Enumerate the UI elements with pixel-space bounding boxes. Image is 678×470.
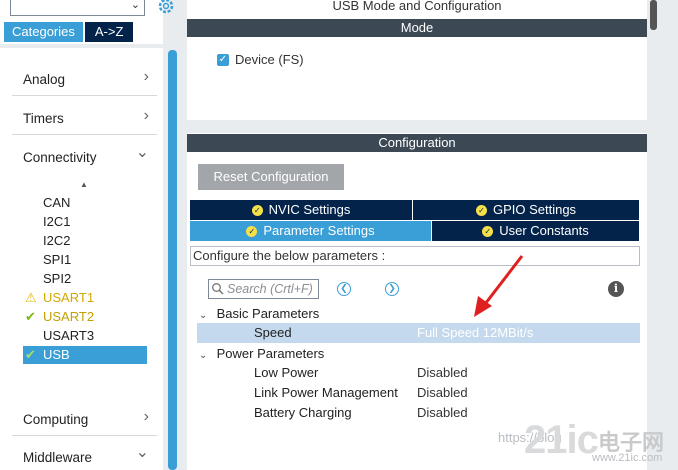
tab-user-constants[interactable]: ✓ User Constants [432,221,639,241]
param-name: Battery Charging [254,405,352,420]
device-fs-row[interactable]: ✓ Device (FS) [217,52,304,67]
tab-label: NVIC Settings [268,202,351,217]
periph-label: USART1 [43,290,95,305]
param-row-low-power[interactable]: Low Power Disabled [197,363,640,383]
chevron-right-icon: › [143,68,149,85]
check-icon: ✓ [475,204,487,216]
right-panel: USB Mode and Configuration Mode ✓ Device… [180,0,678,470]
periph-spi1[interactable]: SPI1 [23,251,147,269]
gear-icon[interactable] [156,0,176,16]
param-value[interactable]: Disabled [417,363,468,383]
param-name: Speed [254,325,292,340]
device-fs-label: Device (FS) [235,52,304,67]
check-icon: ✓ [251,204,263,216]
periph-usb[interactable]: ✔ USB [23,346,147,364]
check-icon: ✓ [482,225,494,237]
warning-icon: ⚠ [25,290,37,305]
section-connectivity[interactable]: Connectivity ⌄ [12,136,157,174]
parameter-search-input[interactable]: Search (Crtl+F) [208,279,319,299]
param-row-link-power-management[interactable]: Link Power Management Disabled [197,383,640,403]
left-panel: ⌄ Categories A->Z Analog › Timers › Conn… [0,0,180,470]
periph-usart1[interactable]: ⚠ USART1 [23,289,147,307]
main-scrollbar-track[interactable] [647,0,658,470]
tab-nvic-settings[interactable]: ✓ NVIC Settings [190,200,412,220]
section-label: Analog [23,72,66,87]
checkmark-icon: ✔ [25,347,36,362]
section-label: Middleware [23,450,93,465]
periph-usart3[interactable]: USART3 [23,327,147,345]
periph-label: USB [43,347,70,362]
tab-gpio-settings[interactable]: ✓ GPIO Settings [413,200,639,220]
page-title: USB Mode and Configuration [332,0,502,13]
mode-header: Mode [187,19,647,37]
chevron-down-icon[interactable]: ⌄ [131,0,140,11]
periph-label: I2C1 [43,214,71,229]
check-icon: ✓ [246,225,258,237]
tab-row-2: ✓ Parameter Settings ✓ User Constants [190,221,640,241]
tab-label: GPIO Settings [492,202,577,217]
search-placeholder: Search (Crtl+F) [227,282,313,296]
watermark-url: www.21ic.com [592,452,663,464]
search-icon [212,283,224,295]
section-timers[interactable]: Timers › [12,97,157,135]
periph-i2c1[interactable]: I2C1 [23,213,147,231]
param-value[interactable]: Full Speed 12MBit/s [417,323,533,343]
tab-categories[interactable]: Categories [4,22,83,42]
configuration-header: Configuration [187,134,647,152]
info-icon[interactable]: i [608,281,624,297]
param-name: Link Power Management [254,385,398,400]
tab-a-to-z[interactable]: A->Z [84,22,134,42]
periph-label: I2C2 [43,233,71,248]
periph-label: CAN [43,195,71,210]
tab-parameter-settings[interactable]: ✓ Parameter Settings [190,221,431,241]
next-match-button[interactable]: ❯ [385,282,399,296]
group-power-parameters[interactable]: ⌄ Power Parameters [199,346,324,361]
checkmark-icon: ✔ [25,309,36,324]
section-label: Connectivity [23,150,97,165]
chevron-right-icon: › [143,408,149,425]
chevron-down-icon: ⌄ [199,310,208,321]
group-basic-parameters[interactable]: ⌄ Basic Parameters [199,306,319,321]
section-label: Timers [23,111,64,126]
section-label: Computing [23,412,89,427]
mode-pane: USB Mode and Configuration Mode ✓ Device… [187,0,647,120]
param-value[interactable]: Disabled [417,403,468,423]
periph-label: USART2 [43,309,95,324]
main-scrollbar-thumb[interactable] [650,0,657,30]
watermark-logo: 21ic [524,418,599,462]
param-name: Low Power [254,365,319,380]
tab-row-1: ✓ NVIC Settings ✓ GPIO Settings [190,200,640,220]
param-value[interactable]: Disabled [417,383,468,403]
chevron-right-icon: › [143,107,149,124]
component-search-input[interactable]: ⌄ [10,0,145,16]
divider [0,44,163,48]
configure-note: Configure the below parameters : [190,246,640,266]
category-tabs: Categories A->Z [4,22,134,42]
periph-label: SPI2 [43,271,72,286]
periph-label: USART3 [43,328,95,343]
device-fs-checkbox[interactable]: ✓ [217,53,229,66]
sort-up-icon[interactable]: ▲ [80,180,88,189]
sidebar-scrollbar-thumb[interactable] [168,50,177,470]
param-row-speed[interactable]: Speed Full Speed 12MBit/s [197,323,640,343]
chevron-down-icon: ⌄ [135,144,149,161]
red-arrow-annotation [474,255,524,317]
tab-label: User Constants [499,223,589,238]
chevron-down-icon: ⌄ [199,350,208,361]
periph-label: SPI1 [43,252,72,267]
periph-spi2[interactable]: SPI2 [23,270,147,288]
section-computing[interactable]: Computing › [12,398,157,436]
periph-usart2[interactable]: ✔ USART2 [23,308,147,326]
periph-i2c2[interactable]: I2C2 [23,232,147,250]
tab-label: Parameter Settings [263,223,375,238]
reset-configuration-button[interactable]: Reset Configuration [198,164,344,190]
group-label: Basic Parameters [216,306,320,321]
periph-can[interactable]: CAN [23,194,147,212]
chevron-down-icon: ⌄ [135,444,149,461]
previous-match-button[interactable]: ❮ [337,282,351,296]
section-middleware[interactable]: Middleware ⌄ [12,436,157,470]
section-analog[interactable]: Analog › [12,58,157,96]
group-label: Power Parameters [216,346,325,361]
